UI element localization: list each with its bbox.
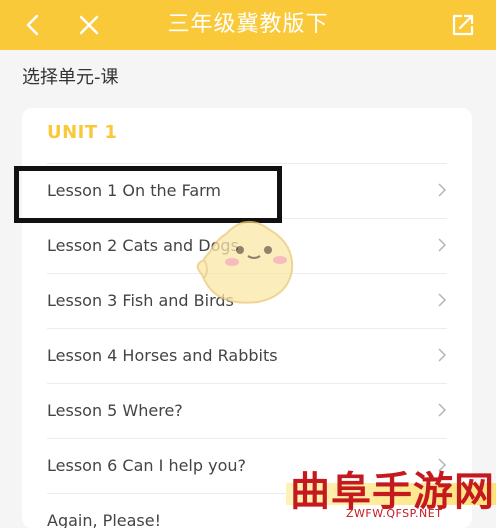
lesson-label: Lesson 4 Horses and Rabbits xyxy=(47,346,278,365)
lesson-item-5[interactable]: Lesson 5 Where? xyxy=(22,383,472,438)
close-button[interactable] xyxy=(72,8,106,42)
section-title: 选择单元-课 xyxy=(22,67,119,88)
share-button[interactable] xyxy=(446,8,480,42)
chevron-right-icon xyxy=(438,183,447,197)
close-icon xyxy=(79,15,99,35)
watermark-url: ZWFW.QFSP.NET xyxy=(346,507,443,520)
chevron-right-icon xyxy=(438,238,447,252)
mascot-watermark-icon xyxy=(196,221,294,304)
chevron-left-icon xyxy=(26,14,39,36)
share-icon xyxy=(452,14,474,36)
lesson-label: Lesson 6 Can I help you? xyxy=(47,456,246,475)
lesson-label: Again, Please! xyxy=(47,511,161,528)
chevron-right-icon xyxy=(438,348,447,362)
lesson-label: Lesson 5 Where? xyxy=(47,401,183,420)
lesson-item-4[interactable]: Lesson 4 Horses and Rabbits xyxy=(22,328,472,383)
top-bar: 三年级冀教版下 xyxy=(0,0,496,50)
unit-label: UNIT 1 xyxy=(47,122,118,143)
chevron-right-icon xyxy=(438,293,447,307)
watermark: 曲阜手游网 ZWFW.QFSP.NET xyxy=(286,459,496,521)
chevron-right-icon xyxy=(438,403,447,417)
back-button[interactable] xyxy=(16,8,50,42)
